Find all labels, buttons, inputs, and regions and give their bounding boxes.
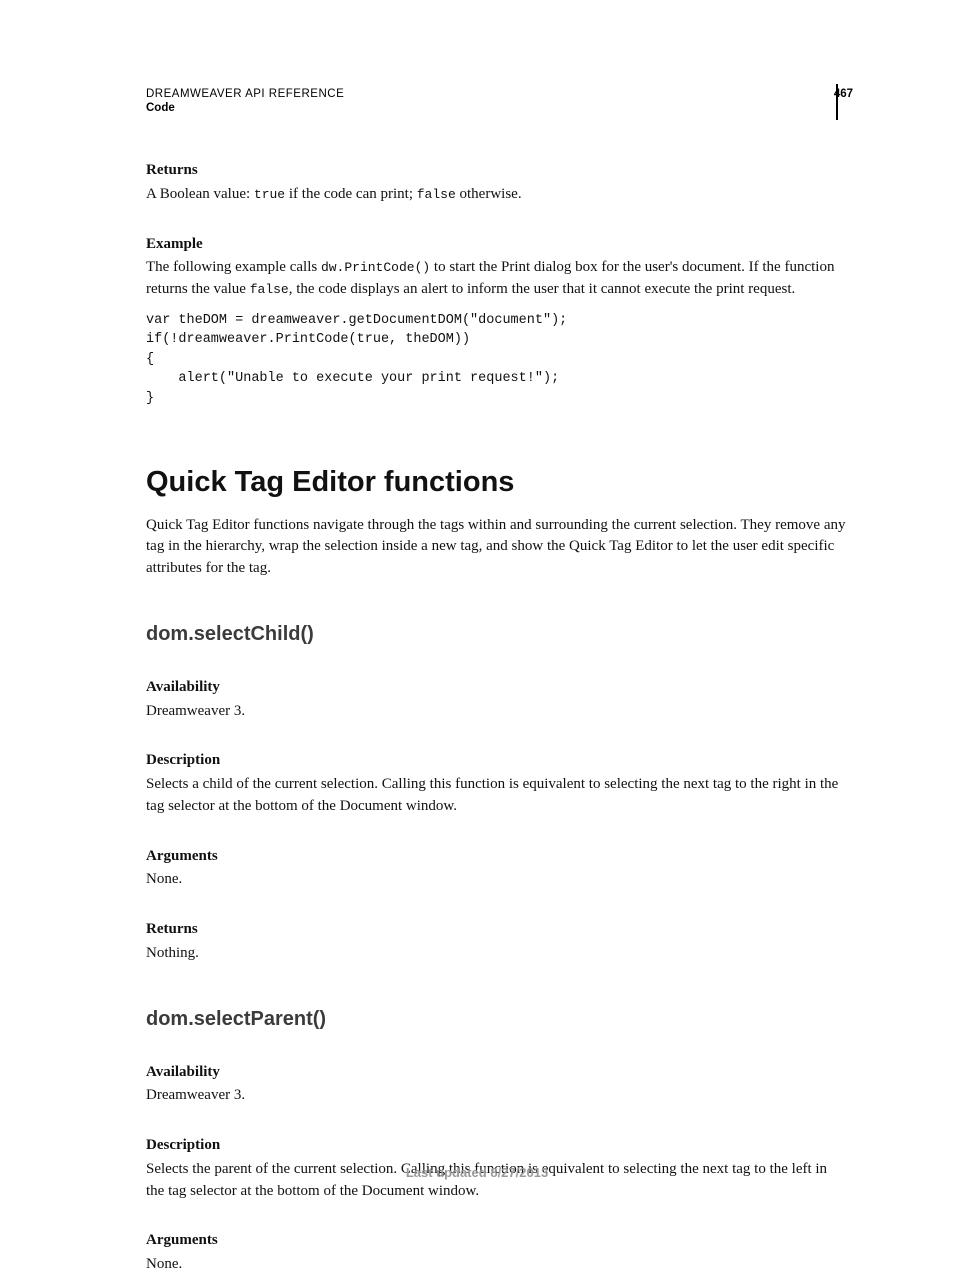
page-content: Returns A Boolean value: true if the cod…: [146, 160, 846, 1276]
header-doc-title: DREAMWEAVER API REFERENCE: [146, 88, 344, 100]
description-label: Description: [146, 1135, 846, 1157]
returns-text: A Boolean value: true if the code can pr…: [146, 184, 846, 206]
code-false: false: [250, 282, 289, 297]
section-intro: Quick Tag Editor functions navigate thro…: [146, 515, 846, 580]
returns-text: Nothing.: [146, 943, 846, 965]
arguments-text: None.: [146, 1254, 846, 1276]
fn-selectchild-title: dom.selectChild(): [146, 620, 846, 649]
footer-updated: Last updated 8/27/2013: [0, 1165, 954, 1180]
code-true: true: [254, 187, 285, 202]
description-text: Selects a child of the current selection…: [146, 774, 846, 818]
header-chapter: Code: [146, 102, 344, 114]
returns-label: Returns: [146, 160, 846, 182]
arguments-label: Arguments: [146, 1230, 846, 1252]
description-label: Description: [146, 750, 846, 772]
availability-label: Availability: [146, 1062, 846, 1084]
text: otherwise.: [456, 186, 522, 202]
code-false: false: [417, 187, 456, 202]
availability-text: Dreamweaver 3.: [146, 701, 846, 723]
example-text: The following example calls dw.PrintCode…: [146, 257, 846, 301]
returns-label: Returns: [146, 919, 846, 941]
fn-selectparent-title: dom.selectParent(): [146, 1005, 846, 1034]
code-block: var theDOM = dreamweaver.getDocumentDOM(…: [146, 311, 846, 409]
page-header: DREAMWEAVER API REFERENCE Code 467: [146, 88, 859, 116]
arguments-text: None.: [146, 869, 846, 891]
text: The following example calls: [146, 259, 321, 275]
text: , the code displays an alert to inform t…: [289, 281, 796, 297]
page: DREAMWEAVER API REFERENCE Code 467 Retur…: [0, 0, 954, 1235]
text: A Boolean value:: [146, 186, 254, 202]
code-call: dw.PrintCode(): [321, 260, 430, 275]
section-title: Quick Tag Editor functions: [146, 461, 846, 503]
header-left: DREAMWEAVER API REFERENCE Code: [146, 88, 344, 114]
availability-text: Dreamweaver 3.: [146, 1085, 846, 1107]
example-label: Example: [146, 234, 846, 256]
text: if the code can print;: [285, 186, 417, 202]
arguments-label: Arguments: [146, 846, 846, 868]
availability-label: Availability: [146, 677, 846, 699]
header-divider: [836, 84, 838, 120]
